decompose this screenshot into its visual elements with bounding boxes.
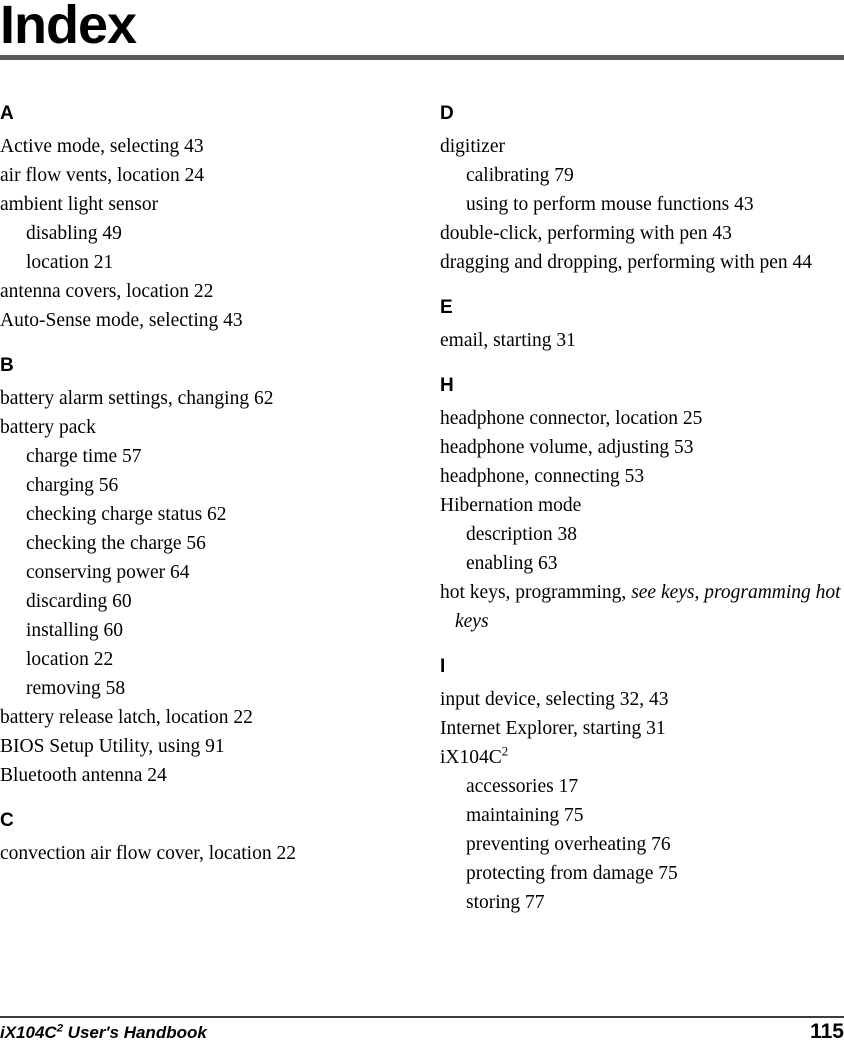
index-entry: preventing overheating 76 [466,834,671,855]
footer-handbook-rest: User's Handbook [62,1023,207,1042]
index-entry: digitizer [440,136,505,157]
index-entry: headphone, connecting 53 [440,466,645,487]
index-entry: disabling 49 [26,223,122,244]
index-column-left: A Active mode, selecting 43 air flow vents… [0,103,404,868]
section-letter: E [440,297,453,318]
index-entry: charging 56 [26,475,119,496]
page-title: Index [0,0,137,55]
index-section-h: Hheadphone connector, location 25 headpho… [440,375,844,636]
index-entry: protecting from damage 75 [466,863,678,884]
index-section-a: A Active mode, selecting 43 air flow vents… [0,103,404,335]
index-entry: headphone connector, location 25 [440,408,703,429]
index-entry: discarding 60 [26,591,132,612]
index-entry: convection air flow cover, location 22 [0,843,296,864]
section-letter: D [440,103,454,124]
index-entry: Hibernation mode [440,495,582,516]
index-entry: battery pack [0,417,96,438]
index-entry: Internet Explorer, starting 31 [440,718,666,739]
index-entry: BIOS Setup Utility, using 91 [0,736,225,757]
index-entry: maintaining 75 [466,805,584,826]
header-rule [0,55,844,60]
footer-handbook-base: iX104C [0,1023,57,1042]
index-entry: antenna covers, location 22 [0,281,214,302]
index-entry-text: iX104C [440,747,502,768]
index-entry: enabling 63 [466,553,558,574]
index-entry: Active mode, selecting 43 [0,136,204,157]
index-entry: location 21 [26,252,114,273]
index-entry: ambient light sensor [0,194,159,215]
footer-handbook-title: iX104C2 User's Handbook [0,1022,207,1044]
index-section-c: Cconvection air flow cover, location 22 [0,810,404,868]
section-letter: I [440,656,446,677]
index-column-right: Ddigitizer calibrating 79 using to perform… [440,103,844,917]
index-section-b: Bbattery alarm settings, changing 62 batt… [0,355,404,790]
index-entry: Bluetooth antenna 24 [0,765,167,786]
index-entry: location 22 [26,649,114,670]
index-entry: installing 60 [26,620,123,641]
index-entry: checking charge status 62 [26,504,227,525]
index-entry: Auto-Sense mode, selecting 43 [0,310,243,331]
index-entry-superscript: 2 [501,744,509,759]
section-letter: H [440,375,454,396]
index-entry: using to perform mouse functions 43 [466,194,754,215]
index-entry-text: hot keys, programming, [440,582,632,603]
index-entry: dragging and dropping, performing with p… [440,252,813,273]
footer-rule [0,1016,844,1018]
index-entry: battery release latch, location 22 [0,707,253,728]
index-entry: hot keys, programming, see keys, program… [440,578,844,636]
index-entry: input device, selecting 32, 43 [440,689,669,710]
index-columns: A Active mode, selecting 43 air flow vents… [0,103,844,983]
index-entry: calibrating 79 [466,165,574,186]
section-letter: A [0,103,14,124]
page-footer: iX104C2 User's Handbook 115 [0,1020,844,1046]
index-section-d: Ddigitizer calibrating 79 using to perform… [440,103,844,277]
index-entry: iX104C2 [440,743,844,772]
index-entry: checking the charge 56 [26,533,206,554]
index-entry: charge time 57 [26,446,142,467]
index-entry: double-click, performing with pen 43 [440,223,732,244]
index-entry: air flow vents, location 24 [0,165,205,186]
footer-page-number: 115 [810,1020,844,1043]
section-letter: B [0,355,14,376]
index-entry: accessories 17 [466,776,579,797]
index-entry: email, starting 31 [440,330,576,351]
section-letter: C [0,810,14,831]
index-entry: battery alarm settings, changing 62 [0,388,274,409]
index-entry: description 38 [466,524,578,545]
index-entry: headphone volume, adjusting 53 [440,437,694,458]
index-entry: removing 58 [26,678,126,699]
index-entry: storing 77 [466,892,545,913]
index-section-e: Eemail, starting 31 [440,297,844,355]
index-entry: conserving power 64 [26,562,190,583]
index-section-i: Iinput device, selecting 32, 43 Internet … [440,656,844,917]
